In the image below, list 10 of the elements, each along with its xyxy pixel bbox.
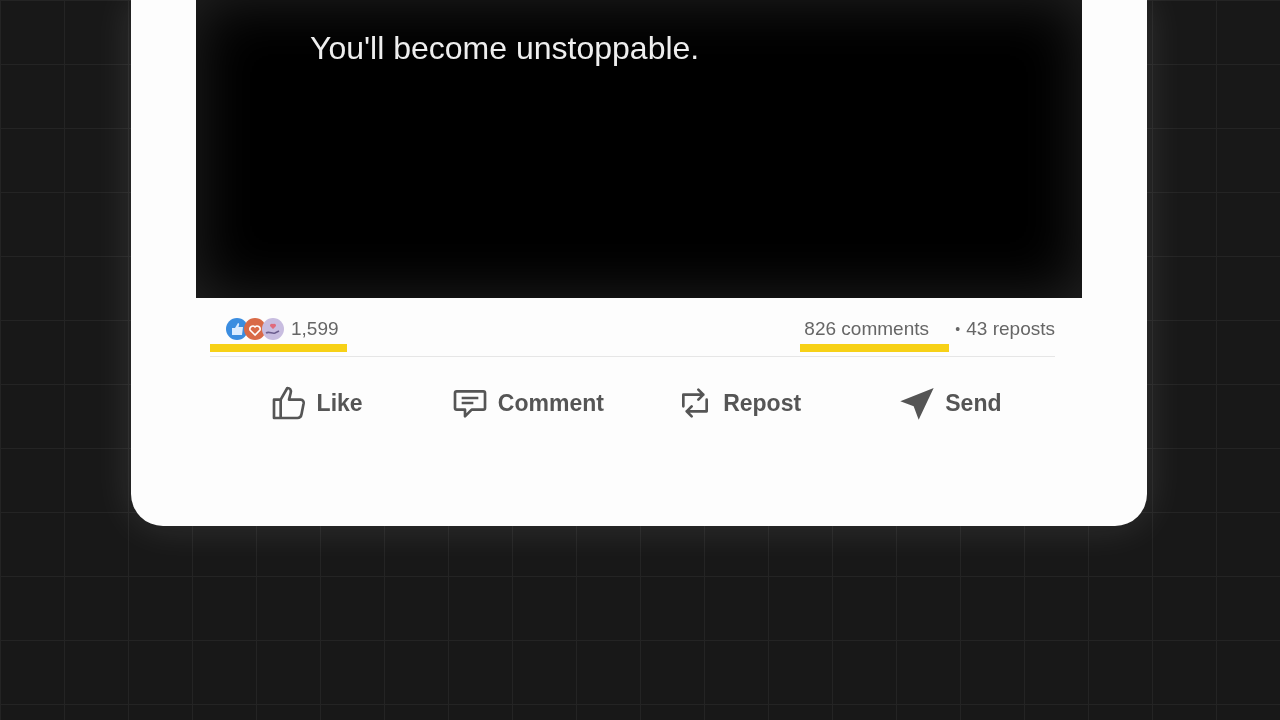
action-button[interactable]: Comment (445, 379, 608, 427)
comments-count[interactable]: 826 comments (800, 314, 950, 344)
reposts-count[interactable]: 43 reposts (966, 314, 1055, 344)
action-button[interactable]: Repost (671, 379, 806, 427)
support-reaction-icon (261, 317, 285, 341)
separator-dot: • (955, 320, 961, 339)
image-caption: You'll become unstoppable. (310, 30, 700, 66)
action-button[interactable]: Like (264, 379, 367, 427)
reactions-count[interactable]: 1,599 (210, 314, 347, 344)
action-button[interactable]: Send (893, 379, 1006, 427)
